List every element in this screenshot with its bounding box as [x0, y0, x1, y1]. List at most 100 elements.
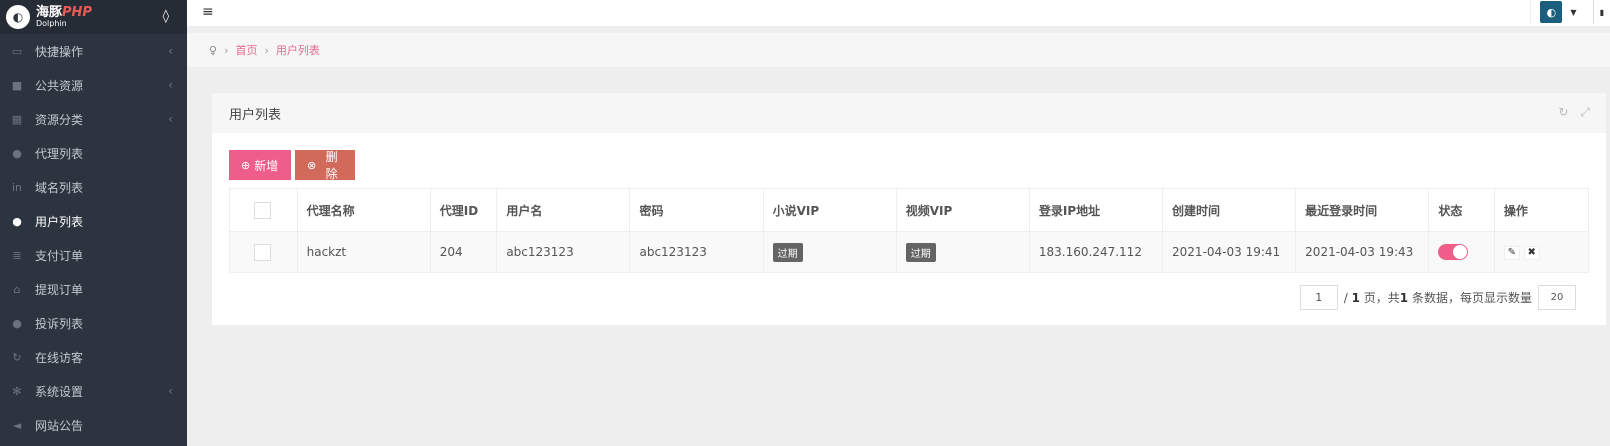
expired-badge: 过期 [772, 242, 803, 262]
add-button-label: 新增 [254, 158, 279, 173]
refresh-icon[interactable]: ↻ [1558, 105, 1568, 120]
map-pin-icon: ♀ [209, 43, 218, 57]
fullscreen-icon[interactable]: ⤢ [1580, 105, 1590, 120]
sidebar-item-complaints[interactable]: ● 投诉列表 [0, 306, 187, 340]
column-header[interactable]: 操作 [1493, 188, 1590, 232]
side-panel-button[interactable]: ▮ [1593, 0, 1610, 24]
column-header[interactable]: 用户名 [496, 188, 631, 232]
chevron-left-icon: ‹ [168, 112, 173, 126]
brand-php: PHP [62, 5, 92, 20]
droplet-icon[interactable]: ◊ [163, 9, 169, 24]
breadcrumb-separator: › [264, 43, 269, 57]
sidebar-item-label: 用户列表 [35, 214, 84, 229]
edit-icon[interactable]: ✎ [1503, 246, 1520, 260]
sidebar-item-label: 公共资源 [35, 78, 84, 93]
sidebar-item-withdraw-orders[interactable]: ⌂ 提现订单 [0, 272, 187, 306]
sidebar-item-agents[interactable]: ● 代理列表 [0, 136, 187, 170]
times-circle-icon: ⊗ [307, 159, 317, 172]
sidebar-item-label: 代理列表 [35, 146, 84, 161]
brand-name: 海豚PHP Dolphin [36, 6, 92, 28]
topbar: ≡ ◐ ▼ ▮ [187, 0, 1610, 26]
sidebar-item-label: 系统设置 [35, 384, 84, 399]
breadcrumb-current[interactable]: 用户列表 [276, 42, 320, 58]
megaphone-icon: ◄ [12, 418, 22, 432]
refresh-icon: ↻ [12, 350, 22, 364]
sidebar-item-label: 快捷操作 [35, 44, 84, 59]
agent-id-cell: 204 [429, 231, 498, 273]
username-cell: abc123123 [496, 231, 631, 273]
user-menu[interactable]: ◐ ▼ [1530, 0, 1586, 24]
created-at-cell: 2021-04-03 19:41 [1162, 231, 1297, 273]
sidebar-item-label: 投诉列表 [35, 316, 84, 331]
user-table: 代理名称 代理ID 用户名 密码 小说VIP 视频VIP 登录IP地址 创建时间… [229, 188, 1590, 273]
sidebar: ◐ 海豚PHP Dolphin ◊ ▭ 快捷操作 ‹ ■ 公共资源 ‹ ▦ 资源… [0, 0, 187, 446]
sidebar-item-resource-categories[interactable]: ▦ 资源分类 ‹ [0, 102, 187, 136]
column-header[interactable]: 视频VIP [895, 188, 1030, 232]
login-ip-cell: 183.160.247.112 [1028, 231, 1164, 273]
sidebar-item-public-resources[interactable]: ■ 公共资源 ‹ [0, 68, 187, 102]
brand-en: Dolphin [36, 19, 67, 28]
user-icon: ● [12, 214, 22, 228]
status-cell [1428, 231, 1495, 273]
column-header[interactable]: 状态 [1428, 188, 1495, 232]
column-header[interactable]: 代理ID [429, 188, 498, 232]
sidebar-item-users[interactable]: ● 用户列表 [0, 204, 187, 238]
column-header[interactable]: 登录IP地址 [1028, 188, 1164, 232]
linkedin-icon: in [11, 180, 23, 194]
breadcrumb-home-link[interactable]: 首页 [235, 42, 257, 58]
actions-cell: ✎ ✖ [1493, 231, 1590, 273]
avatar: ◐ [1540, 1, 1563, 23]
sidebar-item-label: 提现订单 [35, 282, 84, 297]
novel-vip-cell: 过期 [762, 231, 897, 273]
dolphin-logo-icon: ◐ [6, 5, 30, 29]
breadcrumb-separator: › [224, 43, 229, 57]
sidebar-item-label: 域名列表 [35, 180, 84, 195]
sidebar-item-label: 在线访客 [35, 350, 84, 365]
sidebar-item-domains[interactable]: in 域名列表 [0, 170, 187, 204]
caret-down-icon: ▼ [1570, 7, 1577, 17]
list-icon: ≣ [12, 248, 22, 262]
sidebar-item-system-settings[interactable]: ✻ 系统设置 ‹ [0, 374, 187, 408]
grid-icon: ▦ [11, 112, 23, 126]
pager-count-suffix: 条数据，每页显示数量 [1411, 291, 1532, 305]
column-header[interactable]: 最近登录时间 [1295, 188, 1430, 232]
alert-icon: ● [12, 316, 22, 330]
delete-icon[interactable]: ✖ [1523, 246, 1540, 260]
row-checkbox[interactable] [254, 243, 271, 261]
sidebar-item-quick-actions[interactable]: ▭ 快捷操作 ‹ [0, 34, 187, 68]
brand-cn: 海豚 [36, 5, 63, 20]
column-header[interactable]: 代理名称 [296, 188, 431, 232]
sidebar-item-payment-orders[interactable]: ≣ 支付订单 [0, 238, 187, 272]
agent-name-cell: hackzt [296, 231, 431, 273]
menu-toggle-icon[interactable]: ≡ [202, 4, 214, 20]
select-all-checkbox[interactable] [254, 201, 271, 219]
sidebar-item-label: 网站公告 [35, 418, 84, 433]
folder-icon: ▭ [11, 44, 23, 58]
expired-badge: 过期 [905, 242, 936, 262]
table-header-row: 代理名称 代理ID 用户名 密码 小说VIP 视频VIP 登录IP地址 创建时间… [229, 188, 1590, 232]
table-row: hackzt 204 abc123123 abc123123 过期 过期 183… [229, 231, 1590, 273]
panel-header: 用户列表 ↻ ⤢ [212, 93, 1606, 133]
sidebar-item-announcements[interactable]: ◄ 网站公告 [0, 408, 187, 442]
per-page-input[interactable]: 20 [1538, 285, 1576, 310]
page-number-input[interactable]: 1 [1299, 285, 1338, 310]
status-toggle[interactable] [1438, 244, 1469, 260]
column-header[interactable]: 小说VIP [762, 188, 897, 232]
video-vip-cell: 过期 [895, 231, 1030, 273]
last-login-cell: 2021-04-03 19:43 [1295, 231, 1430, 273]
panel-tools: ↻ ⤢ [1558, 105, 1590, 120]
delete-button[interactable]: ⊗ 删除 [295, 150, 355, 181]
column-header[interactable]: 创建时间 [1162, 188, 1297, 232]
bank-icon: ⌂ [13, 282, 21, 296]
add-button[interactable]: ⊕ 新增 [229, 150, 291, 180]
gear-icon: ✻ [12, 384, 22, 398]
brand[interactable]: ◐ 海豚PHP Dolphin ◊ [0, 0, 187, 34]
chevron-left-icon: ‹ [168, 384, 173, 398]
password-cell: abc123123 [629, 231, 764, 273]
chevron-left-icon: ‹ [168, 78, 173, 92]
pager-total-pages: / 1 页，共 [1343, 291, 1400, 305]
column-header[interactable]: 密码 [629, 188, 764, 232]
chevron-left-icon: ‹ [168, 44, 173, 58]
toolbar: ⊕ 新增 ⊗ 删除 [229, 150, 355, 181]
sidebar-item-online-visitors[interactable]: ↻ 在线访客 [0, 340, 187, 374]
